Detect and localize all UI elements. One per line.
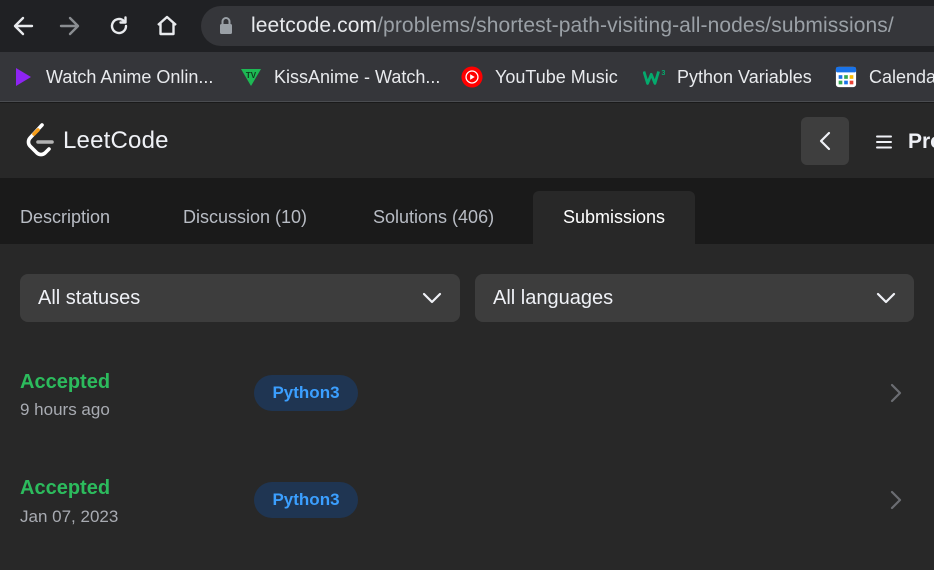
tab-solutions[interactable]: Solutions (406)	[373, 191, 494, 244]
status-filter-value: All statuses	[38, 286, 141, 309]
bookmark-kissanime[interactable]: TV KissAnime - Watch...	[240, 62, 440, 92]
language-badge: Python3	[254, 482, 358, 518]
bookmarks-bar: Watch Anime Onlin... TV KissAnime - Watc…	[0, 52, 934, 102]
status-filter-select[interactable]: All statuses	[20, 274, 460, 322]
svg-text:3: 3	[661, 68, 665, 77]
language-filter-select[interactable]: All languages	[475, 274, 914, 322]
language-filter-value: All languages	[493, 286, 614, 309]
bookmark-label: Python Variables	[677, 66, 812, 87]
submission-row[interactable]: Accepted 9 hours ago Python3	[0, 344, 934, 440]
menu-label: Pro	[908, 130, 934, 153]
kissanime-tv-icon: TV	[240, 66, 262, 88]
bookmark-watch-anime[interactable]: Watch Anime Onlin...	[12, 62, 213, 92]
lock-icon[interactable]	[218, 16, 234, 41]
bookmark-label: YouTube Music	[495, 66, 618, 87]
tab-discussion[interactable]: Discussion (10)	[183, 191, 307, 244]
submission-status: Accepted	[20, 477, 111, 499]
chevron-down-icon	[876, 292, 896, 304]
chevron-right-icon	[890, 490, 902, 510]
url-text[interactable]: leetcode.com/problems/shortest-path-visi…	[251, 13, 894, 39]
reload-icon[interactable]	[102, 9, 136, 43]
leetcode-logo-icon	[26, 123, 54, 157]
tab-description[interactable]: Description	[20, 191, 110, 244]
chevron-right-icon	[890, 383, 902, 403]
submission-time: Jan 07, 2023	[20, 507, 119, 526]
prev-problem-button[interactable]	[801, 117, 849, 165]
bookmark-python-variables[interactable]: 3 Python Variables	[643, 62, 812, 92]
bookmark-youtube-music[interactable]: YouTube Music	[461, 62, 618, 92]
youtube-music-icon	[461, 66, 483, 88]
tab-submissions[interactable]: Submissions	[533, 191, 696, 244]
problem-list-button[interactable]: Pro	[876, 130, 934, 154]
problem-tabs: Description Discussion (10) Solutions (4…	[0, 178, 934, 244]
submission-time: 9 hours ago	[20, 400, 110, 419]
language-badge: Python3	[254, 375, 358, 411]
brand-name: LeetCode	[63, 127, 169, 154]
w3schools-icon: 3	[643, 66, 665, 88]
url-path: /problems/shortest-path-visiting-all-nod…	[377, 14, 894, 37]
site-header: LeetCode Pro	[0, 103, 934, 178]
bookmark-label: Watch Anime Onlin...	[46, 66, 214, 87]
submission-status: Accepted	[20, 371, 111, 393]
back-arrow-icon[interactable]	[6, 9, 40, 43]
bookmark-label: KissAnime - Watch...	[274, 66, 441, 87]
svg-text:TV: TV	[246, 71, 257, 80]
bookmark-calendar[interactable]: Calenda	[835, 62, 934, 92]
submissions-panel: All statuses All languages Accepted 9 ho…	[0, 244, 934, 570]
submission-row[interactable]: Accepted Jan 07, 2023 Python3	[0, 451, 934, 547]
leetcode-logo[interactable]: LeetCode	[25, 123, 169, 159]
play-triangle-icon	[12, 66, 34, 88]
chevron-left-icon	[819, 131, 831, 151]
hamburger-icon	[876, 135, 892, 149]
chevron-down-icon	[422, 292, 442, 304]
url-host: leetcode.com	[251, 14, 378, 37]
forward-arrow-icon[interactable]	[53, 9, 87, 43]
home-icon[interactable]	[150, 9, 184, 43]
calendar-icon	[835, 66, 857, 88]
browser-toolbar: leetcode.com/problems/shortest-path-visi…	[0, 0, 934, 52]
bookmark-label: Calenda	[869, 66, 934, 87]
